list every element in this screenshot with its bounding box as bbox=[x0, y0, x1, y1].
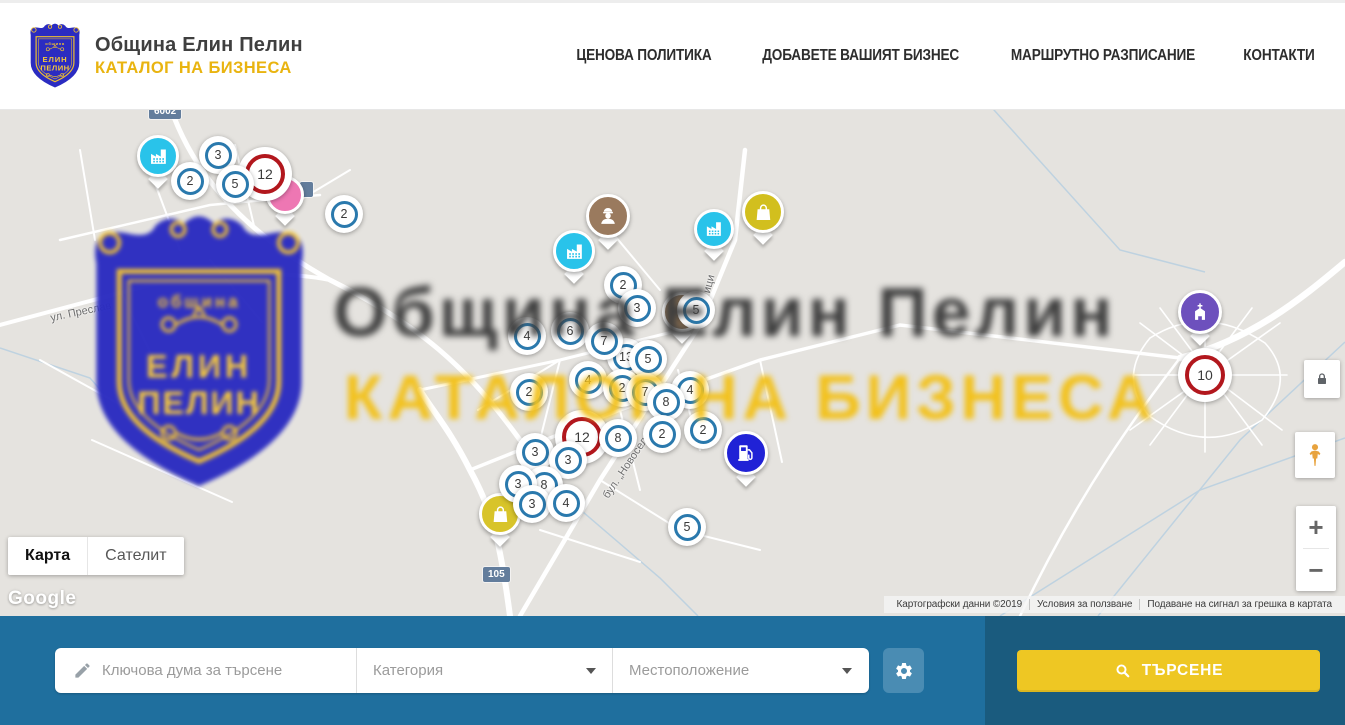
zoom-in-button[interactable]: + bbox=[1296, 506, 1336, 548]
cluster-count: 3 bbox=[634, 301, 641, 315]
cluster-count: 2 bbox=[187, 174, 194, 188]
cluster-marker[interactable]: 4 bbox=[508, 317, 546, 355]
cluster-count: 7 bbox=[601, 334, 608, 348]
cluster-count: 5 bbox=[693, 303, 700, 317]
road-badge: 105 bbox=[483, 567, 510, 582]
street-label: ул. Преслав bbox=[49, 300, 112, 325]
cluster-marker[interactable]: 3 bbox=[513, 485, 551, 523]
attribution-map-data: Картографски данни ©2019 bbox=[890, 599, 1030, 610]
category-marker-factory[interactable] bbox=[694, 209, 734, 249]
nav-contacts[interactable]: КОНТАКТИ bbox=[1243, 48, 1314, 65]
location-select[interactable]: Местоположение bbox=[612, 648, 868, 693]
cluster-marker[interactable]: 3 bbox=[618, 289, 656, 327]
search-icon bbox=[1114, 662, 1132, 680]
cluster-marker[interactable]: 7 bbox=[585, 322, 623, 360]
cluster-marker[interactable]: 2 bbox=[684, 411, 722, 449]
cluster-marker[interactable]: 2 bbox=[325, 195, 363, 233]
road-badge: 6002 bbox=[149, 110, 181, 119]
cluster-count: 12 bbox=[257, 166, 273, 182]
cluster-count: 2 bbox=[341, 207, 348, 221]
keyword-search-input[interactable] bbox=[102, 662, 344, 679]
search-button-label: ТЪРСЕНЕ bbox=[1142, 662, 1224, 680]
street-label: ици bbox=[701, 273, 717, 294]
nav-add-your-business[interactable]: ДОБАВЕТЕ ВАШИЯТ БИЗНЕС bbox=[762, 48, 959, 65]
pegman-button[interactable] bbox=[1295, 432, 1335, 478]
cluster-marker[interactable]: 4 bbox=[569, 361, 607, 399]
keyword-section bbox=[55, 648, 356, 693]
search-bar: Категория Местоположение ТЪРСЕНЕ bbox=[0, 616, 1345, 725]
cluster-count: 3 bbox=[565, 453, 572, 467]
category-marker-factory[interactable] bbox=[553, 230, 595, 272]
cluster-marker[interactable]: 2 bbox=[510, 373, 548, 411]
site-header: община ЕЛИН ПЕЛИН Община Елин Пелин КАТА… bbox=[0, 0, 1345, 110]
map-markers-layer: 2123521364235754227482212833833451060021… bbox=[0, 110, 1345, 616]
cluster-count: 2 bbox=[526, 385, 533, 399]
chevron-down-icon bbox=[586, 668, 596, 674]
category-marker-bag[interactable] bbox=[742, 191, 784, 233]
cluster-marker[interactable]: 5 bbox=[216, 165, 254, 203]
google-map[interactable]: 2123521364235754227482212833833451060021… bbox=[0, 110, 1345, 616]
google-logo[interactable]: Google bbox=[8, 588, 76, 610]
cluster-count: 8 bbox=[663, 395, 670, 409]
zoom-control: + − bbox=[1296, 506, 1336, 591]
nav-route-schedule[interactable]: МАРШРУТНО РАЗПИСАНИЕ bbox=[1011, 48, 1195, 65]
municipality-crest-icon: община ЕЛИН ПЕЛИН bbox=[28, 23, 82, 89]
cluster-marker[interactable]: 8 bbox=[599, 419, 637, 457]
cluster-count: 2 bbox=[620, 278, 627, 292]
cluster-count: 3 bbox=[215, 148, 222, 162]
pencil-icon bbox=[73, 661, 92, 680]
cluster-count: 2 bbox=[700, 423, 707, 437]
cluster-count: 6 bbox=[567, 324, 574, 338]
cluster-count: 8 bbox=[615, 431, 622, 445]
satellite-view-button[interactable]: Сателит bbox=[87, 537, 183, 575]
lock-icon bbox=[1314, 371, 1330, 387]
cluster-marker[interactable]: 6 bbox=[551, 312, 589, 350]
cluster-marker[interactable]: 4 bbox=[547, 484, 585, 522]
cluster-marker[interactable]: 5 bbox=[677, 291, 715, 329]
cluster-count: 4 bbox=[687, 383, 694, 397]
cluster-marker[interactable]: 2 bbox=[643, 415, 681, 453]
advanced-settings-button[interactable] bbox=[883, 648, 924, 693]
search-input-group: Категория Местоположение bbox=[55, 648, 869, 693]
zoom-out-button[interactable]: − bbox=[1296, 549, 1336, 591]
category-select[interactable]: Категория bbox=[356, 648, 612, 693]
cluster-count: 5 bbox=[684, 520, 691, 534]
svg-text:ПЕЛИН: ПЕЛИН bbox=[40, 63, 69, 72]
attribution-report-error-link[interactable]: Подаване на сигнал за грешка в картата bbox=[1139, 599, 1339, 610]
cluster-marker[interactable]: 10 bbox=[1178, 348, 1232, 402]
category-marker-fuel[interactable] bbox=[724, 431, 768, 475]
category-marker-church[interactable] bbox=[1178, 290, 1222, 334]
cluster-count: 2 bbox=[619, 381, 626, 395]
map-view-button[interactable]: Карта bbox=[8, 537, 87, 575]
cluster-count: 4 bbox=[563, 496, 570, 510]
cluster-count: 4 bbox=[585, 373, 592, 387]
search-bar-left-panel: Категория Местоположение bbox=[0, 616, 985, 725]
site-subtitle: КАТАЛОГ НА БИЗНЕСА bbox=[95, 59, 303, 78]
cluster-count: 3 bbox=[529, 497, 536, 511]
site-logo[interactable]: община ЕЛИН ПЕЛИН Община Елин Пелин КАТА… bbox=[28, 23, 303, 89]
cluster-count: 3 bbox=[532, 445, 539, 459]
attribution-terms-link[interactable]: Условия за ползване bbox=[1029, 599, 1139, 610]
cluster-count: 5 bbox=[232, 177, 239, 191]
lock-button[interactable] bbox=[1304, 360, 1340, 398]
gear-icon bbox=[894, 661, 914, 681]
site-title: Община Елин Пелин bbox=[95, 34, 303, 57]
location-select-value: Местоположение bbox=[629, 662, 749, 679]
map-attribution: Картографски данни ©2019 Условия за полз… bbox=[884, 596, 1345, 613]
chevron-down-icon bbox=[842, 668, 852, 674]
cluster-count: 5 bbox=[645, 352, 652, 366]
main-nav: ЦЕНОВА ПОЛИТИКА ДОБАВЕТЕ ВАШИЯТ БИЗНЕС М… bbox=[572, 48, 1317, 64]
cluster-count: 10 bbox=[1197, 367, 1213, 383]
nav-pricing-policy[interactable]: ЦЕНОВА ПОЛИТИКА bbox=[576, 48, 711, 65]
search-bar-right-panel: ТЪРСЕНЕ bbox=[985, 616, 1345, 725]
pegman-icon bbox=[1302, 439, 1328, 471]
search-button[interactable]: ТЪРСЕНЕ bbox=[1017, 650, 1320, 692]
cluster-count: 4 bbox=[524, 329, 531, 343]
cluster-count: 2 bbox=[659, 427, 666, 441]
cluster-marker[interactable]: 5 bbox=[668, 508, 706, 546]
svg-text:ЕЛИН: ЕЛИН bbox=[42, 55, 67, 64]
category-select-value: Категория bbox=[373, 662, 443, 679]
map-type-control: Карта Сателит bbox=[8, 537, 184, 575]
